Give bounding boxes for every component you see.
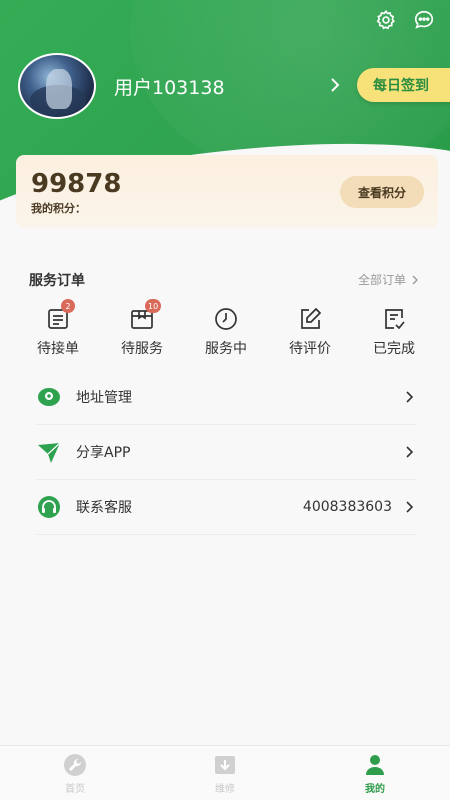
order-completed[interactable]: 已完成 bbox=[354, 306, 434, 358]
view-points-button[interactable]: 查看积分 bbox=[340, 176, 424, 208]
points-label: 我的积分： bbox=[31, 202, 86, 215]
chevron-right-icon bbox=[406, 501, 414, 513]
wrench-icon bbox=[62, 752, 88, 778]
chat-bubble-icon[interactable] bbox=[412, 8, 436, 32]
orders-title: 服务订单 bbox=[29, 273, 85, 289]
order-label: 已完成 bbox=[373, 341, 415, 357]
bottom-tab-bar: 首页 维修 我的 bbox=[0, 745, 450, 800]
box-icon: 10 bbox=[129, 299, 162, 332]
order-badge: 10 bbox=[145, 299, 162, 313]
location-icon bbox=[36, 384, 62, 410]
edit-icon bbox=[297, 306, 323, 332]
orders-row: 2 待接单 10 待服务 服务中 待评价 已完成 bbox=[18, 299, 434, 358]
menu-list: 地址管理 分享APP 联系客服 4008383603 bbox=[36, 370, 416, 535]
tab-home[interactable]: 首页 bbox=[30, 746, 120, 800]
send-icon bbox=[36, 439, 62, 465]
tab-mine[interactable]: 我的 bbox=[330, 746, 420, 800]
all-orders-link[interactable]: 全部订单 bbox=[358, 271, 420, 288]
points-value: 99878 bbox=[31, 169, 122, 199]
order-label: 服务中 bbox=[205, 341, 247, 357]
daily-checkin-button[interactable]: 每日签到 bbox=[357, 68, 450, 102]
pending-order-icon: 2 bbox=[45, 299, 75, 332]
chevron-right-icon[interactable] bbox=[326, 76, 344, 94]
chevron-right-icon bbox=[406, 391, 414, 403]
tab-label: 维修 bbox=[215, 784, 235, 795]
avatar[interactable] bbox=[18, 53, 96, 119]
menu-label: 联系客服 bbox=[76, 500, 132, 516]
checklist-icon bbox=[381, 306, 407, 332]
user-icon bbox=[362, 752, 388, 778]
tab-label: 首页 bbox=[65, 784, 85, 795]
tab-label: 我的 bbox=[365, 784, 385, 795]
order-label: 待接单 bbox=[37, 341, 79, 357]
menu-label: 地址管理 bbox=[76, 390, 132, 406]
order-pending[interactable]: 2 待接单 bbox=[18, 299, 98, 358]
menu-item-address[interactable]: 地址管理 bbox=[36, 370, 416, 425]
points-card: 99878 我的积分： 查看积分 bbox=[16, 155, 438, 228]
support-phone: 4008383603 bbox=[302, 499, 392, 515]
order-to-serve[interactable]: 10 待服务 bbox=[102, 299, 182, 358]
menu-item-share[interactable]: 分享APP bbox=[36, 425, 416, 480]
menu-label: 分享APP bbox=[76, 445, 131, 461]
clock-icon bbox=[213, 306, 239, 332]
tab-repair[interactable]: 维修 bbox=[180, 746, 270, 800]
order-in-service[interactable]: 服务中 bbox=[186, 306, 266, 358]
chevron-right-icon bbox=[412, 275, 418, 284]
menu-item-support[interactable]: 联系客服 4008383603 bbox=[36, 480, 416, 535]
download-box-icon bbox=[212, 752, 238, 778]
gear-icon[interactable] bbox=[374, 8, 398, 32]
chevron-right-icon bbox=[406, 446, 414, 458]
order-to-review[interactable]: 待评价 bbox=[270, 306, 350, 358]
top-icons bbox=[374, 8, 436, 32]
order-label: 待评价 bbox=[289, 341, 331, 357]
order-label: 待服务 bbox=[121, 341, 163, 357]
order-badge: 2 bbox=[61, 299, 75, 313]
headset-icon bbox=[36, 494, 62, 520]
username: 用户103138 bbox=[114, 77, 225, 99]
all-orders-label: 全部订单 bbox=[357, 273, 406, 287]
